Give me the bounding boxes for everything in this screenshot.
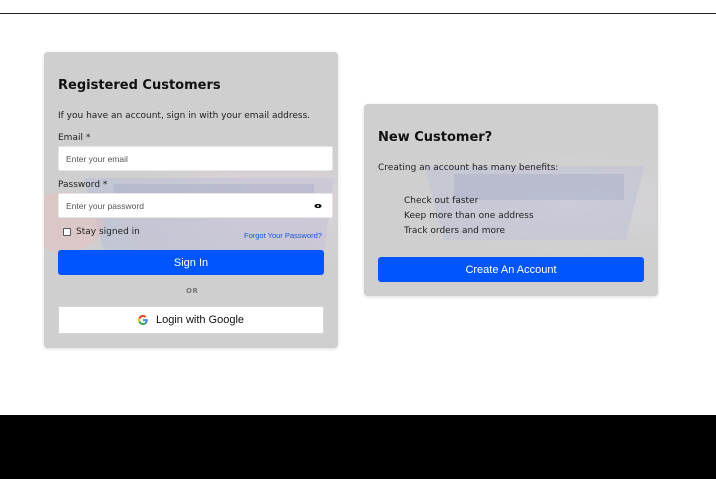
- password-field-wrapper: [58, 193, 333, 218]
- registered-customers-panel: Registered Customers If you have an acco…: [44, 52, 338, 348]
- benefit-item: Track orders and more: [404, 226, 506, 236]
- login-title: Registered Customers: [58, 78, 221, 93]
- or-divider: OR: [186, 287, 199, 295]
- stay-signed-in-checkbox[interactable]: [63, 228, 71, 236]
- create-account-button[interactable]: Create An Account: [378, 257, 644, 282]
- benefit-item: Keep more than one address: [404, 211, 534, 221]
- footer: [0, 415, 716, 479]
- login-description: If you have an account, sign in with you…: [58, 111, 311, 121]
- google-login-label: Login with Google: [155, 314, 245, 326]
- header-divider: [0, 13, 716, 14]
- sign-in-button[interactable]: Sign In: [58, 250, 324, 275]
- email-label: Email *: [58, 133, 91, 143]
- new-customer-title: New Customer?: [378, 130, 493, 145]
- password-input[interactable]: [59, 194, 332, 218]
- google-logo-icon: [137, 315, 148, 325]
- forgot-password-link[interactable]: Forgot Your Password?: [244, 231, 322, 240]
- password-label: Password *: [58, 180, 108, 190]
- email-field-wrapper: [58, 146, 333, 171]
- eye-icon[interactable]: [314, 203, 322, 209]
- email-input[interactable]: [59, 147, 332, 171]
- new-customer-description: Creating an account has many benefits:: [378, 163, 559, 173]
- stay-signed-in-label: Stay signed in: [76, 227, 140, 237]
- new-customer-panel: New Customer? Creating an account has ma…: [364, 104, 658, 296]
- benefit-item: Check out faster: [404, 196, 479, 206]
- google-login-button[interactable]: Login with Google: [58, 306, 324, 334]
